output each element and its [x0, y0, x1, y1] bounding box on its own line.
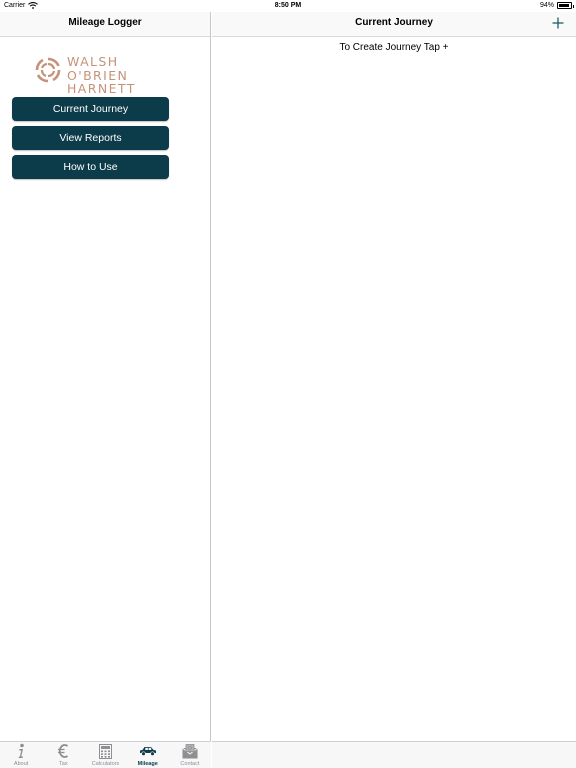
how-to-use-button[interactable]: How to Use	[12, 155, 169, 179]
detail-title: Current Journey	[355, 17, 433, 28]
company-logo: WALSH O'BRIEN HARNETT	[35, 55, 147, 97]
view-reports-button[interactable]: View Reports	[12, 126, 169, 150]
master-title: Mileage Logger	[68, 17, 142, 28]
car-icon	[139, 743, 157, 759]
tab-tax[interactable]: Tax	[42, 742, 84, 768]
battery-indicator: 94%	[539, 2, 574, 9]
logo-wordmark: WALSH O'BRIEN HARNETT	[67, 55, 136, 96]
tab-label: Contact	[180, 761, 200, 767]
info-icon	[15, 743, 27, 759]
logo-ring-icon	[35, 57, 61, 83]
create-journey-hint: To Create Journey Tap +	[339, 42, 449, 53]
logo-line-2: O'BRIEN	[67, 67, 129, 83]
tab-about[interactable]: About	[0, 742, 42, 768]
calculator-icon	[99, 743, 112, 759]
status-time: 8:50 PM	[274, 2, 302, 9]
current-journey-button[interactable]: Current Journey	[12, 97, 169, 121]
detail-toolbar	[212, 741, 576, 768]
tab-calculators[interactable]: Calculators	[84, 742, 126, 768]
plus-icon	[552, 17, 564, 29]
battery-percent: 94%	[539, 2, 554, 9]
master-navbar: Mileage Logger	[0, 12, 210, 37]
tab-label: Mileage	[137, 761, 158, 767]
main-menu: Current Journey View Reports How to Use	[12, 97, 169, 184]
euro-icon	[57, 743, 69, 759]
add-journey-button[interactable]	[550, 14, 566, 32]
tab-label: About	[13, 761, 29, 767]
detail-pane: Current Journey To Create Journey Tap +	[212, 12, 576, 768]
status-bar: Carrier 8:50 PM 94%	[0, 0, 576, 12]
logo-line-3: HARNETT	[67, 81, 136, 96]
tab-contact[interactable]: Contact	[169, 742, 211, 768]
logo-line-1: WALSH	[67, 54, 119, 69]
mail-icon	[182, 743, 198, 759]
tab-label: Calculators	[91, 761, 120, 767]
detail-navbar: Current Journey	[212, 12, 576, 37]
tab-mileage[interactable]: Mileage	[127, 742, 169, 768]
tab-label: Tax	[59, 761, 68, 767]
tab-bar: About Tax Calculators Mileage Contact	[0, 741, 211, 768]
master-pane: Mileage Logger WALSH O'BRIEN HARNETT Cur…	[0, 12, 211, 768]
battery-icon	[557, 2, 574, 9]
